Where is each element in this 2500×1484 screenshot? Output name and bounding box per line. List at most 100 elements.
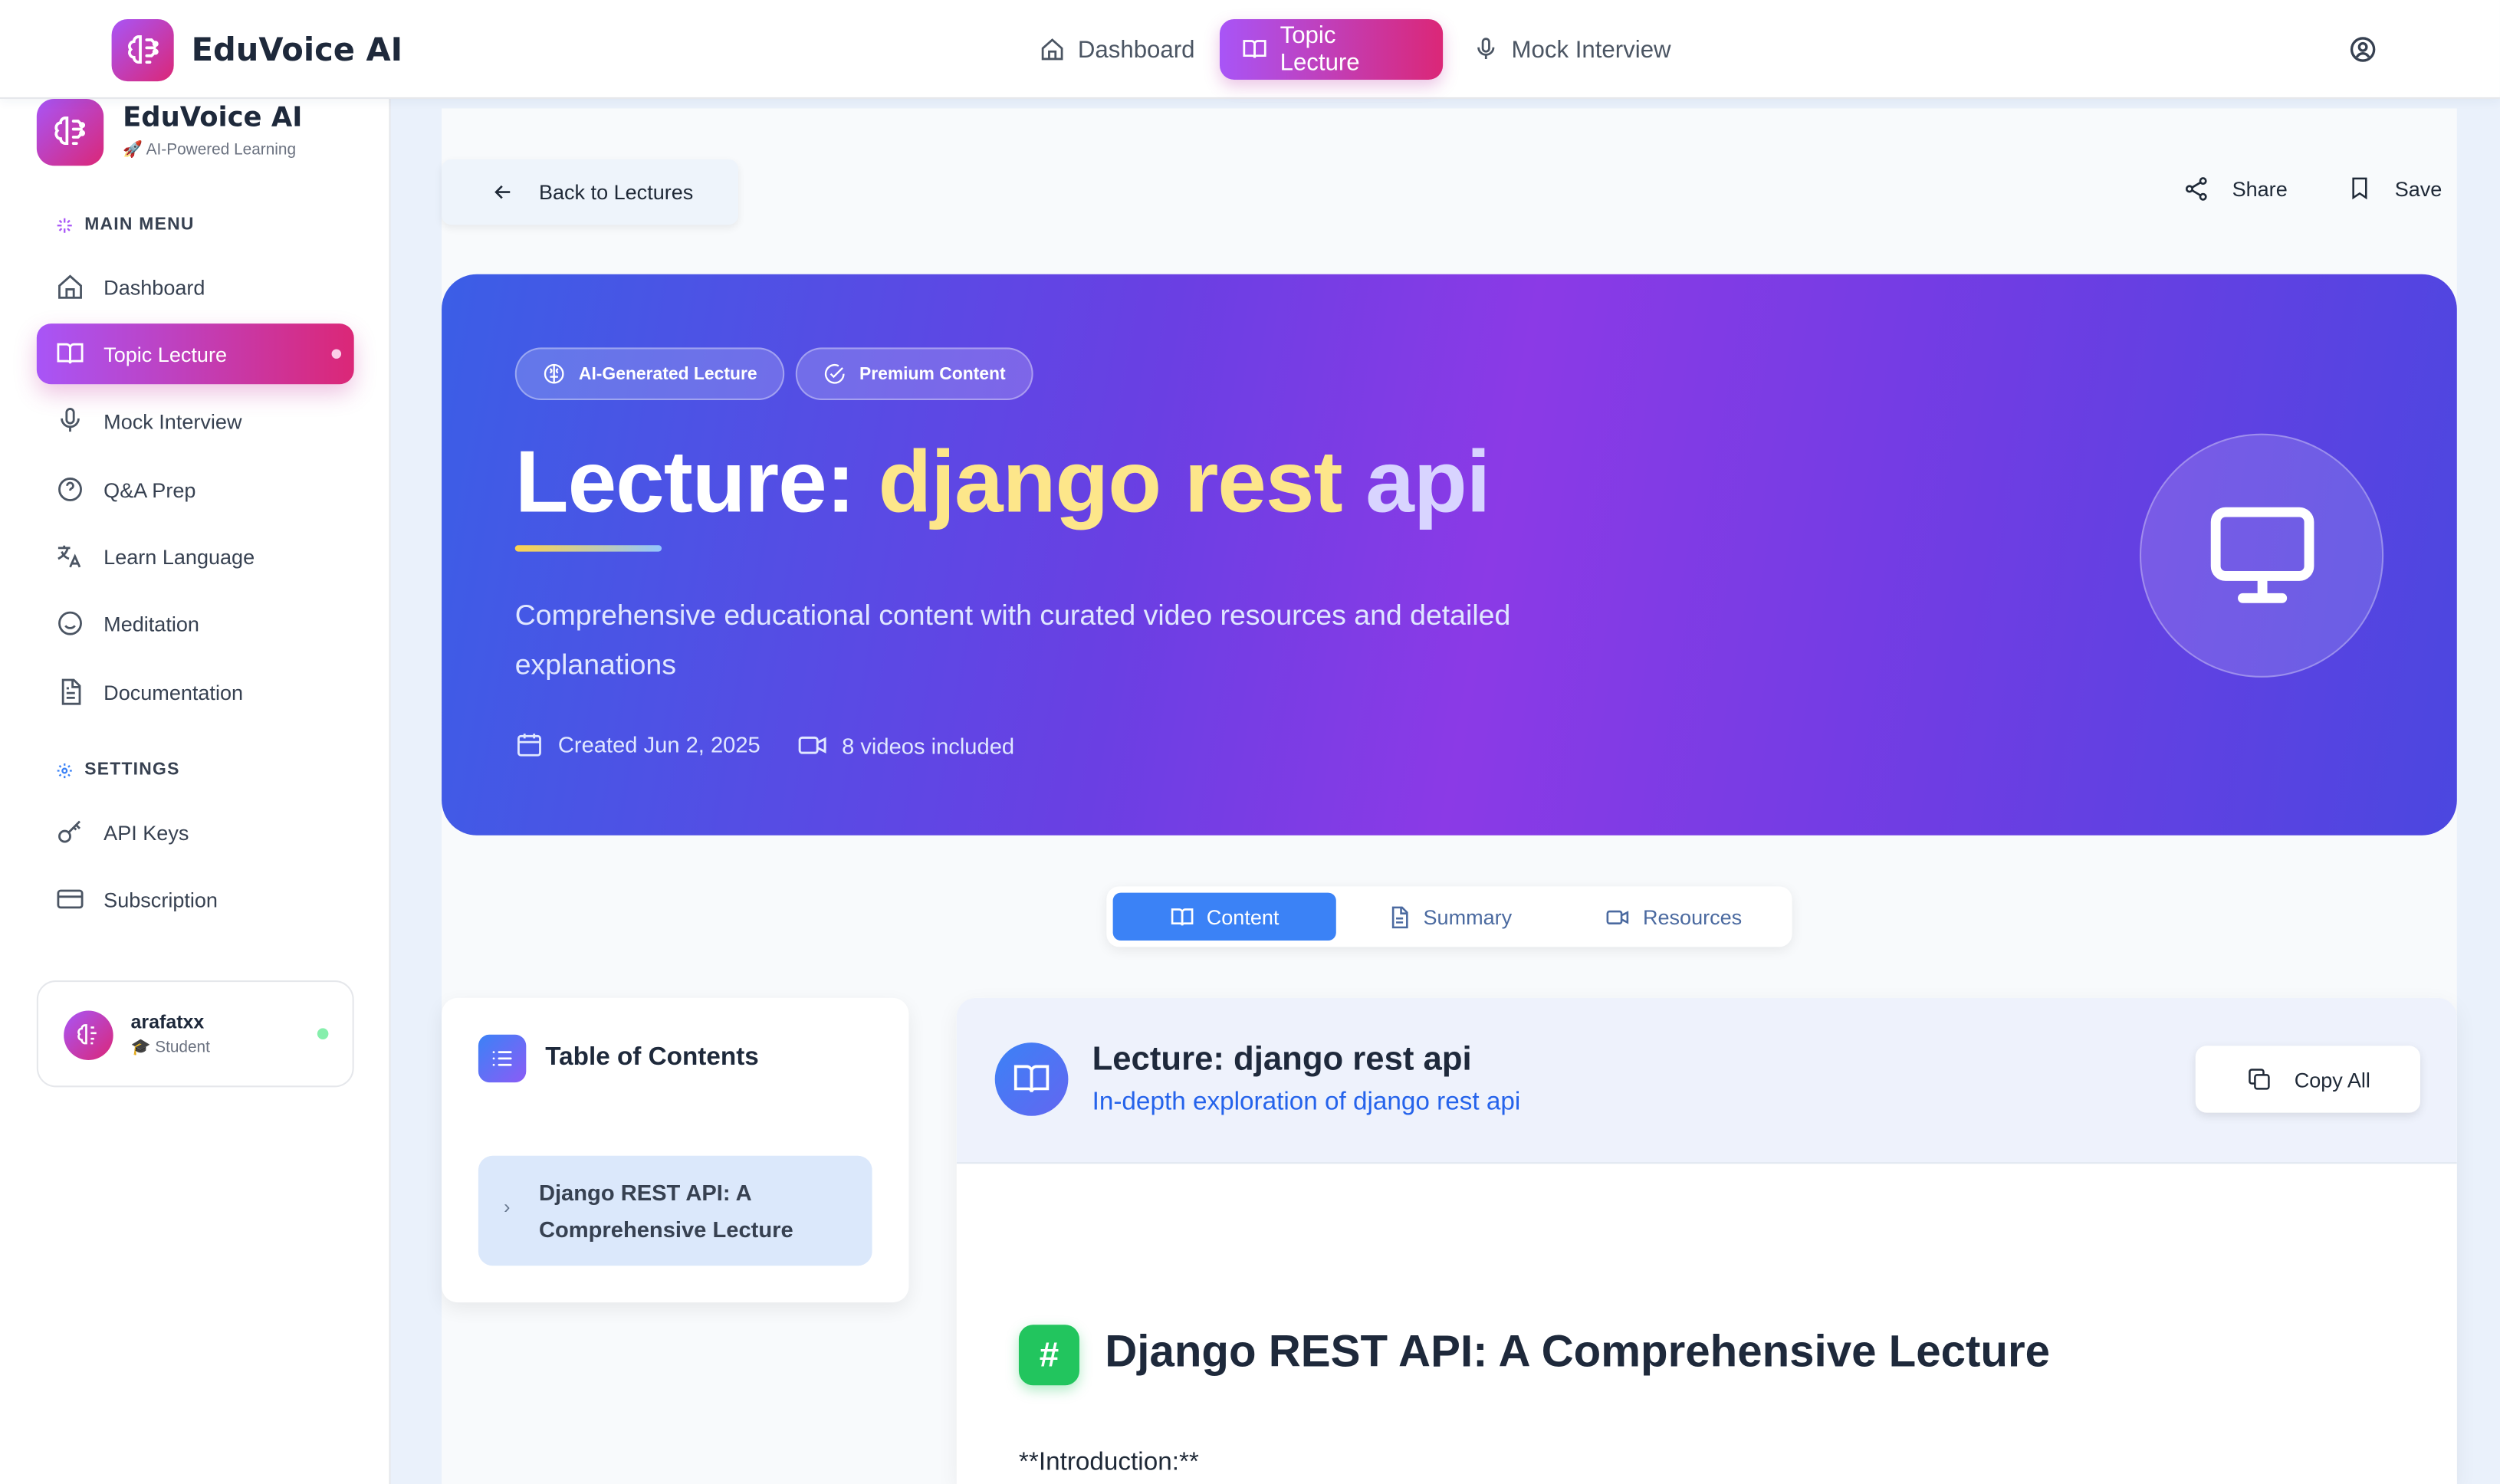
sidebar-item-documentation[interactable]: Documentation bbox=[37, 662, 354, 722]
topnav-topic-lecture[interactable]: Topic Lecture bbox=[1219, 18, 1444, 80]
badge-label: Premium Content bbox=[859, 364, 1006, 384]
share-icon bbox=[2185, 177, 2207, 201]
topnav-label: Topic Lecture bbox=[1280, 22, 1360, 77]
back-to-lectures-button[interactable]: Back to Lectures bbox=[442, 159, 738, 225]
avatar bbox=[64, 1010, 113, 1061]
badge-ai-generated: AI-Generated Lecture bbox=[514, 347, 784, 401]
book-open-icon bbox=[994, 1042, 1069, 1116]
badge-label: AI-Generated Lecture bbox=[578, 364, 757, 384]
sidebar-brand-name: EduVoice AI bbox=[123, 102, 303, 134]
sidebar-item-label: Documentation bbox=[103, 679, 244, 704]
topnav-dashboard[interactable]: Dashboard bbox=[1017, 19, 1217, 80]
toc-title: Table of Contents bbox=[545, 1044, 759, 1072]
book-icon bbox=[57, 343, 84, 364]
section-heading: Django REST API: A Comprehensive Lecture bbox=[1105, 1326, 2051, 1376]
credit-card-icon bbox=[57, 889, 84, 909]
bookmark-icon bbox=[2352, 177, 2367, 200]
hero-title-prefix: Lecture: bbox=[514, 432, 879, 531]
copy-all-label: Copy All bbox=[2294, 1067, 2370, 1092]
gear-icon bbox=[57, 762, 72, 778]
hero-title-topic: django rest bbox=[878, 432, 1342, 531]
title-underline bbox=[514, 545, 662, 552]
content-header: Lecture: django rest api In-depth explor… bbox=[956, 997, 2457, 1164]
tab-label: Content bbox=[1206, 905, 1280, 929]
tab-content[interactable]: Content bbox=[1112, 892, 1336, 941]
sidebar-item-label: Subscription bbox=[103, 887, 218, 911]
save-label: Save bbox=[2394, 176, 2443, 201]
home-icon bbox=[1041, 38, 1063, 61]
video-count: 8 videos included bbox=[797, 731, 1014, 761]
online-status-dot bbox=[317, 1028, 329, 1039]
book-icon bbox=[1171, 908, 1193, 925]
badge-premium-content: Premium Content bbox=[795, 347, 1033, 401]
topnav-mock-interview[interactable]: Mock Interview bbox=[1451, 19, 1693, 80]
key-icon bbox=[58, 820, 80, 843]
back-button-label: Back to Lectures bbox=[538, 180, 694, 205]
sidebar-item-label: API Keys bbox=[103, 820, 189, 845]
main-menu-heading: MAIN MENU bbox=[56, 215, 195, 235]
mic-icon bbox=[1477, 38, 1495, 59]
monitor-icon bbox=[2139, 433, 2384, 678]
top-navbar: EduVoice AI Dashboard Topic Lecture Mock… bbox=[0, 0, 2500, 99]
sidebar-item-label: Mock Interview bbox=[103, 409, 242, 433]
save-button[interactable]: Save bbox=[2347, 176, 2442, 201]
hero-title: Lecture: django rest api bbox=[514, 431, 1491, 533]
translate-icon bbox=[57, 545, 81, 568]
user-profile-card[interactable]: arafatxx 🎓 Student bbox=[36, 980, 354, 1088]
sidebar-item-label: Topic Lecture bbox=[103, 342, 227, 366]
mic-icon bbox=[61, 408, 80, 432]
lecture-content-panel: Lecture: django rest api In-depth explor… bbox=[956, 997, 2457, 1484]
brain-logo-icon[interactable] bbox=[111, 18, 174, 82]
toc-item-label: Django REST API: A Comprehensive Lecture bbox=[538, 1179, 793, 1243]
calendar-icon bbox=[517, 734, 541, 757]
brain-logo-icon[interactable] bbox=[36, 98, 104, 166]
arrow-left-icon bbox=[494, 185, 511, 199]
smile-icon bbox=[58, 611, 82, 635]
brand-name[interactable]: EduVoice AI bbox=[192, 31, 403, 69]
sidebar-item-api-keys[interactable]: API Keys bbox=[37, 802, 354, 862]
tab-summary[interactable]: Summary bbox=[1336, 893, 1562, 941]
document-icon bbox=[61, 678, 81, 705]
sidebar-item-label: Q&A Prep bbox=[103, 477, 196, 502]
topnav-label: Mock Interview bbox=[1511, 35, 1671, 64]
settings-heading: SETTINGS bbox=[56, 760, 180, 780]
sidebar-item-label: Dashboard bbox=[103, 274, 205, 299]
share-label: Share bbox=[2232, 176, 2288, 202]
list-icon bbox=[478, 1034, 527, 1083]
help-circle-icon bbox=[58, 478, 82, 501]
topnav-label: Dashboard bbox=[1077, 35, 1195, 64]
share-button[interactable]: Share bbox=[2183, 176, 2288, 202]
lecture-tabs: Content Summary Resources bbox=[1106, 886, 1792, 947]
chevron-right-icon: › bbox=[504, 1195, 511, 1218]
copy-all-button[interactable]: Copy All bbox=[2195, 1046, 2420, 1113]
tab-resources[interactable]: Resources bbox=[1562, 893, 1785, 941]
sidebar-item-mock-interview[interactable]: Mock Interview bbox=[37, 391, 354, 451]
video-icon bbox=[798, 736, 826, 754]
section-label: MAIN MENU bbox=[84, 215, 195, 235]
home-icon bbox=[58, 274, 82, 299]
active-indicator-dot bbox=[331, 349, 342, 359]
sidebar-tagline: 🚀 AI-Powered Learning bbox=[123, 142, 297, 159]
sidebar-item-qa-prep[interactable]: Q&A Prep bbox=[37, 459, 354, 520]
check-circle-icon bbox=[824, 363, 845, 384]
sidebar-item-dashboard[interactable]: Dashboard bbox=[37, 257, 354, 317]
user-circle-icon[interactable] bbox=[2344, 31, 2382, 69]
tab-label: Summary bbox=[1423, 905, 1513, 929]
sidebar-item-topic-lecture[interactable]: Topic Lecture bbox=[36, 323, 354, 385]
sidebar-item-label: Meditation bbox=[103, 611, 199, 635]
copy-icon bbox=[2249, 1069, 2270, 1090]
hero-title-topic-end: api bbox=[1342, 432, 1490, 531]
content-title: Lecture: django rest api bbox=[1092, 1041, 1472, 1078]
created-date-text: Created Jun 2, 2025 bbox=[557, 731, 761, 757]
sidebar-item-subscription[interactable]: Subscription bbox=[37, 868, 354, 929]
video-icon bbox=[1607, 909, 1630, 924]
sidebar-item-learn-language[interactable]: Learn Language bbox=[37, 526, 354, 586]
intro-text: **Introduction:** bbox=[1018, 1449, 1199, 1476]
toc-item[interactable]: › Django REST API: A Comprehensive Lectu… bbox=[478, 1155, 872, 1266]
user-role: 🎓 Student bbox=[130, 1039, 210, 1057]
brain-icon bbox=[544, 363, 564, 384]
tab-label: Resources bbox=[1642, 905, 1743, 929]
sidebar-item-meditation[interactable]: Meditation bbox=[37, 593, 354, 654]
section-label: SETTINGS bbox=[84, 760, 180, 780]
hero-description: Comprehensive educational content with c… bbox=[514, 599, 1511, 681]
